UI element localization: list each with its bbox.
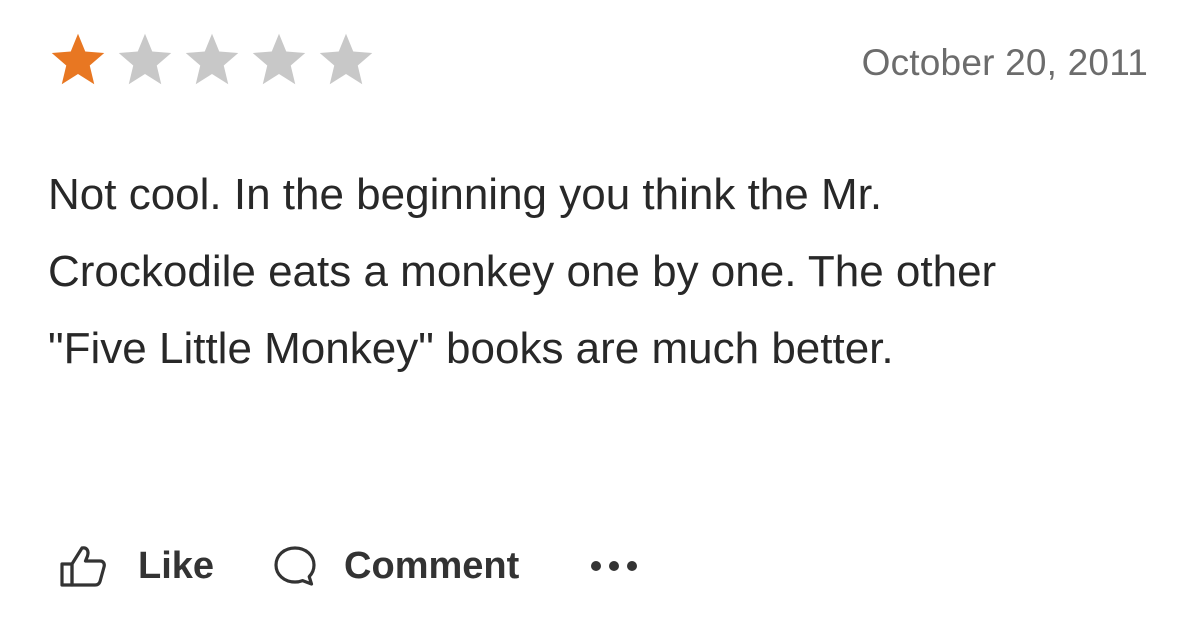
like-button[interactable]: Like (58, 544, 214, 588)
thumbs-up-icon (58, 544, 108, 588)
star-rating (48, 30, 376, 90)
star-empty-icon (252, 33, 306, 85)
star-empty-icon (319, 33, 373, 85)
more-dot (609, 561, 620, 571)
comment-button[interactable]: Comment (272, 544, 519, 588)
star-empty-icon (118, 33, 172, 85)
comment-label: Comment (344, 544, 520, 587)
more-options-button[interactable] (589, 551, 639, 581)
review-actions: Like Comment (58, 538, 639, 594)
star-filled-icon (51, 33, 105, 85)
like-label: Like (138, 544, 215, 587)
review-card: October 20, 2011 Not cool. In the beginn… (0, 0, 1200, 628)
review-text: Not cool. In the beginning you think the… (48, 170, 997, 373)
star-empty-icon (185, 33, 239, 85)
more-dots-icon (591, 561, 602, 571)
review-date: October 20, 2011 (861, 42, 1148, 83)
more-dot (627, 561, 638, 571)
speech-bubble-icon (272, 544, 318, 588)
